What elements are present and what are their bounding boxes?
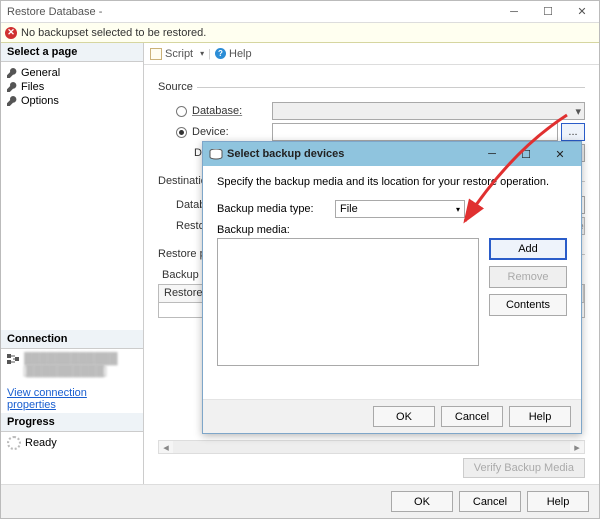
child-cancel-button[interactable]: Cancel — [441, 406, 503, 427]
warning-bar: ✕ No backupset selected to be restored. — [1, 23, 599, 43]
source-legend: Source — [158, 81, 197, 93]
window-buttons: ─ ☐ ✕ — [497, 1, 599, 22]
select-backup-devices-dialog: Select backup devices ─ ☐ ✕ Specify the … — [202, 141, 582, 434]
cancel-button[interactable]: Cancel — [459, 491, 521, 512]
window-close-button[interactable]: ✕ — [565, 1, 599, 22]
radio-source-database[interactable] — [176, 106, 187, 117]
child-body: Specify the backup media and its locatio… — [203, 166, 581, 399]
label-media-type: Backup media type: — [217, 203, 335, 215]
progress-text: Ready — [25, 437, 57, 449]
sidebar-label: Options — [21, 95, 59, 107]
child-titlebar: Select backup devices ─ ☐ ✕ — [203, 142, 581, 166]
combo-media-type[interactable]: File ▾ — [335, 200, 465, 218]
toolbar-separator: | — [208, 48, 211, 60]
add-button[interactable]: Add — [489, 238, 567, 260]
help-button[interactable]: ? Help — [215, 48, 252, 60]
script-button[interactable]: Script ▾ — [150, 48, 204, 60]
progress-header: Progress — [1, 413, 143, 432]
combo-source-database[interactable]: ▾ — [272, 102, 585, 120]
help-icon: ? — [215, 48, 226, 59]
child-help-button[interactable]: Help — [509, 406, 571, 427]
connection-user: [██████████] — [23, 365, 107, 377]
child-close-button[interactable]: ✕ — [543, 142, 577, 166]
chevron-down-icon: ▾ — [456, 205, 460, 214]
wrench-icon — [7, 68, 17, 78]
window-title: Restore Database - — [7, 6, 497, 18]
dialog-footer: OK Cancel Help — [1, 484, 599, 518]
window-maximize-button[interactable]: ☐ — [531, 1, 565, 22]
child-maximize-button[interactable]: ☐ — [509, 142, 543, 166]
child-ok-button[interactable]: OK — [373, 406, 435, 427]
sidebar-label: General — [21, 67, 60, 79]
remove-button: Remove — [489, 266, 567, 288]
ok-button[interactable]: OK — [391, 491, 453, 512]
wrench-icon — [7, 96, 17, 106]
error-icon: ✕ — [5, 27, 17, 39]
connection-info: ████████████ [██████████] — [1, 349, 143, 381]
horizontal-scrollbar[interactable]: ◂ ▸ — [158, 440, 585, 454]
sidebar-item-files[interactable]: Files — [7, 80, 137, 94]
script-label: Script — [165, 48, 193, 60]
child-title: Select backup devices — [227, 148, 475, 160]
input-source-device[interactable] — [272, 123, 558, 141]
wrench-icon — [7, 82, 17, 92]
window-minimize-button[interactable]: ─ — [497, 1, 531, 22]
sidebar-item-options[interactable]: Options — [7, 94, 137, 108]
scroll-right-icon[interactable]: ▸ — [570, 441, 584, 453]
server-icon — [7, 354, 19, 364]
label-backup-media: Backup media: — [217, 224, 567, 236]
chevron-down-icon: ▾ — [200, 49, 204, 58]
progress-status: Ready — [1, 432, 143, 454]
help-button[interactable]: Help — [527, 491, 589, 512]
browse-device-button[interactable]: ... — [561, 123, 585, 141]
window-titlebar: Restore Database - ─ ☐ ✕ — [1, 1, 599, 23]
database-icon — [209, 149, 223, 160]
sidebar-item-general[interactable]: General — [7, 66, 137, 80]
backup-media-listbox[interactable] — [217, 238, 479, 366]
content-toolbar: Script ▾ | ? Help — [144, 43, 599, 65]
child-minimize-button[interactable]: ─ — [475, 142, 509, 166]
scroll-left-icon[interactable]: ◂ — [159, 441, 173, 453]
connection-server: ████████████ — [24, 353, 118, 365]
verify-backup-media-button: Verify Backup Media — [463, 458, 585, 478]
help-label: Help — [229, 48, 252, 60]
label-source-device: Device: — [192, 126, 272, 138]
warning-text: No backupset selected to be restored. — [21, 27, 206, 39]
select-page-header: Select a page — [1, 43, 143, 62]
progress-spinner-icon — [7, 436, 21, 450]
media-type-value: File — [340, 203, 358, 215]
connection-header: Connection — [1, 330, 143, 349]
contents-button[interactable]: Contents — [489, 294, 567, 316]
label-source-database: Database: — [192, 105, 272, 117]
sidebar: Select a page General Files Options Conn… — [1, 43, 144, 484]
view-connection-properties-link[interactable]: View connection properties — [1, 381, 143, 413]
script-icon — [150, 48, 162, 60]
sidebar-label: Files — [21, 81, 44, 93]
child-footer: OK Cancel Help — [203, 399, 581, 433]
child-instruction: Specify the backup media and its locatio… — [217, 176, 567, 188]
page-list: General Files Options — [1, 62, 143, 112]
radio-source-device[interactable] — [176, 127, 187, 138]
